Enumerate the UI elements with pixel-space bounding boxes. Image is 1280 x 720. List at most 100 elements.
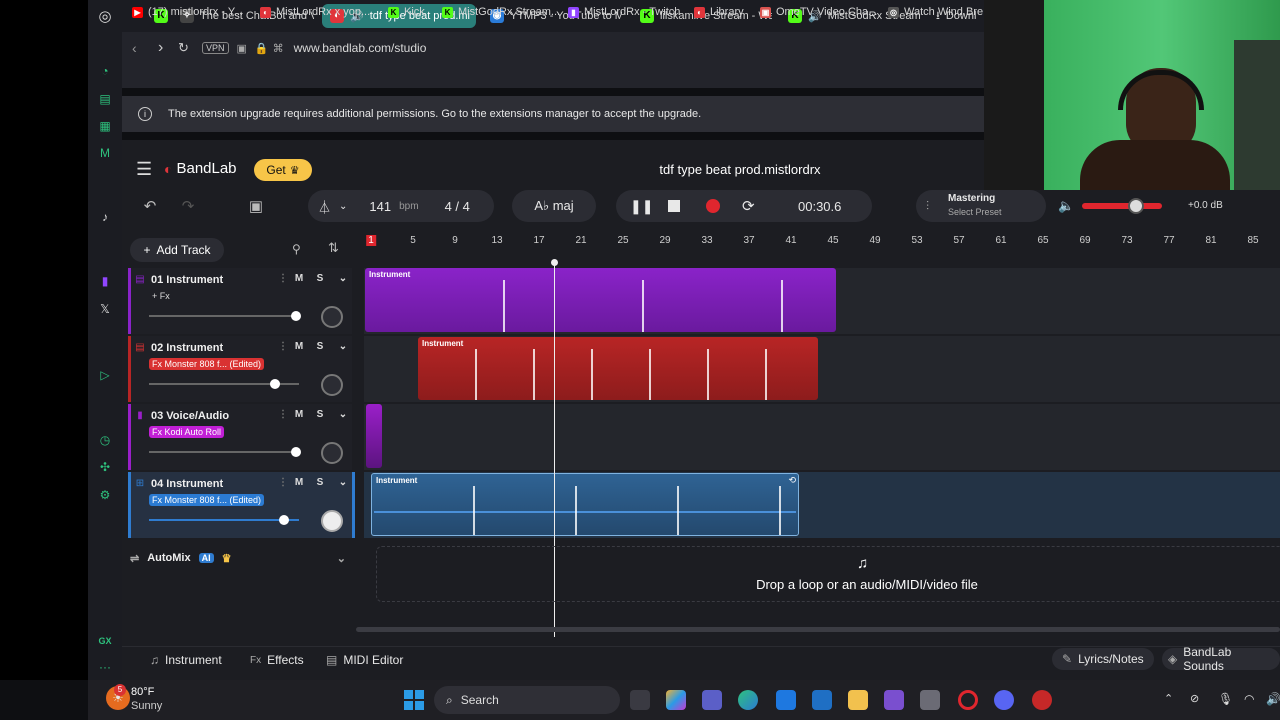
more-icon[interactable]: ··· xyxy=(96,658,114,676)
opera-gx-taskbar-icon[interactable] xyxy=(958,690,978,710)
lock-icon[interactable]: 🔒 xyxy=(255,42,269,55)
lyrics-notes-button[interactable]: ✎ Lyrics/Notes xyxy=(1052,648,1154,670)
track-volume-handle[interactable] xyxy=(270,379,280,389)
instrument-tab[interactable]: ♫ Instrument xyxy=(150,653,222,667)
mute-button[interactable]: M xyxy=(291,408,307,422)
bookmark-ometv[interactable]: ▣ OmeTV Video Cha... xyxy=(760,4,877,20)
url-field[interactable]: www.bandlab.com/studio xyxy=(294,41,427,55)
tuning-icon[interactable]: ⚲ xyxy=(292,242,301,256)
weather-temp[interactable]: 80°F xyxy=(131,686,154,698)
solo-button[interactable]: S xyxy=(312,272,328,286)
bookmark-youtube[interactable]: ▶ (17) mistlordrx - Y... xyxy=(132,4,243,20)
task-view-icon[interactable] xyxy=(630,690,650,710)
wifi-icon[interactable]: ◠ xyxy=(1244,692,1254,706)
horizontal-scrollbar[interactable] xyxy=(356,627,1280,632)
chevron-down-icon[interactable]: ⌄ xyxy=(335,340,351,354)
master-volume-slider[interactable] xyxy=(1082,203,1162,209)
chevron-down-icon[interactable]: ⌄ xyxy=(335,272,351,286)
time-signature[interactable]: 4 / 4 xyxy=(445,199,470,214)
effects-tab[interactable]: Fx Effects xyxy=(250,653,304,667)
clip-track-4[interactable]: Instrument ⟲ xyxy=(371,473,799,536)
bookmark-mistgodrx[interactable]: K MistGodRx Stream... xyxy=(442,4,560,20)
discord-icon[interactable] xyxy=(994,690,1014,710)
bookmark-twitch[interactable]: ▮ MistLordRx - Twitch xyxy=(568,4,680,20)
tempo-panel[interactable]: ⏃ ⌄ 141 bpm 4 / 4 xyxy=(308,190,494,222)
opera-icon[interactable] xyxy=(1032,690,1052,710)
microphone-tray-icon[interactable]: 🎙 xyxy=(1218,692,1233,706)
master-volume-handle[interactable] xyxy=(1128,198,1144,214)
dropbox-icon[interactable] xyxy=(776,690,796,710)
reload-icon[interactable]: ↻ xyxy=(178,40,194,56)
back-icon[interactable]: ‹ xyxy=(132,40,148,56)
tempo-value[interactable]: 141 xyxy=(369,199,391,214)
pause-icon[interactable]: ❚❚ xyxy=(630,198,653,215)
fx-button[interactable]: Fx Kodi Auto Roll xyxy=(149,426,225,438)
bookmarks-sidebar-icon[interactable]: ▤ xyxy=(96,90,114,108)
mastering-preset[interactable]: Select Preset xyxy=(948,207,1002,217)
project-title[interactable]: tdf type beat prod.mistlordrx xyxy=(560,162,920,177)
edge-icon[interactable] xyxy=(738,690,758,710)
loop-icon[interactable]: ⟳ xyxy=(742,197,755,215)
copilot-icon[interactable] xyxy=(666,690,686,710)
track-header-3[interactable]: ▮ 03 Voice/Audio Fx Kodi Auto Roll ⋮ M S… xyxy=(128,404,352,470)
windows-start-icon[interactable] xyxy=(404,690,424,710)
kebab-icon[interactable]: ⋮ xyxy=(275,408,291,422)
solo-button[interactable]: S xyxy=(312,340,328,354)
solo-button[interactable]: S xyxy=(312,408,328,422)
automix-panel[interactable]: ⇌ AutoMix AI ♛ ⌄ xyxy=(128,546,352,570)
pan-knob[interactable] xyxy=(321,510,343,532)
loop-handle-icon[interactable]: ⟲ xyxy=(788,475,796,486)
extensions-icon[interactable]: ✣ xyxy=(96,458,114,476)
track-volume-handle[interactable] xyxy=(279,515,289,525)
redo-icon[interactable]: ↷ xyxy=(172,190,204,222)
player-icon[interactable]: ▷ xyxy=(96,366,114,384)
vpn-badge[interactable]: VPN xyxy=(202,42,229,54)
track-header-4[interactable]: ⊞ 04 Instrument Fx Monster 808 f... (Edi… xyxy=(128,472,352,538)
track-name[interactable]: 04 Instrument xyxy=(151,478,223,490)
tab-snapshot-icon[interactable]: ▣ xyxy=(237,42,247,55)
mute-button[interactable]: M xyxy=(291,340,307,354)
teams-icon[interactable] xyxy=(702,690,722,710)
metronome-icon[interactable]: ⏃ xyxy=(318,197,331,216)
key-selector[interactable]: A♭ maj xyxy=(512,190,596,222)
kebab-icon[interactable]: ⋮ xyxy=(275,340,291,354)
browser-panel-icon[interactable]: ▣ xyxy=(240,190,272,222)
clip-track-1[interactable]: Instrument xyxy=(365,268,836,332)
solo-button[interactable]: S xyxy=(312,476,328,490)
playhead-handle[interactable] xyxy=(551,259,558,266)
kebab-icon[interactable]: ⋮ xyxy=(275,272,291,286)
chevron-down-icon[interactable]: ⌄ xyxy=(335,408,351,422)
speed-dial-icon[interactable]: ◔ xyxy=(96,62,114,80)
clip-track-3[interactable] xyxy=(366,404,382,468)
drop-zone[interactable] xyxy=(376,546,1280,602)
chevron-down-icon[interactable]: ⌄ xyxy=(339,201,347,212)
speaker-icon[interactable]: 🔈 xyxy=(1058,198,1074,214)
record-icon[interactable] xyxy=(706,199,720,213)
bookmark-library[interactable]: ◐ Library xyxy=(694,4,744,20)
x-twitter-icon[interactable]: 𝕏 xyxy=(96,300,114,318)
settings-gear-icon[interactable]: ⚙ xyxy=(96,486,114,504)
network-off-icon[interactable]: ⊘ xyxy=(1190,692,1199,705)
track-name[interactable]: 03 Voice/Audio xyxy=(151,410,229,422)
track-volume-slider[interactable] xyxy=(149,519,299,521)
clip-track-2[interactable]: Instrument xyxy=(418,337,818,400)
forward-icon[interactable]: › xyxy=(158,39,174,57)
chevron-up-icon[interactable]: ⌃ xyxy=(1164,692,1173,705)
undo-icon[interactable]: ↶ xyxy=(134,190,166,222)
tiktok-icon[interactable]: ♪ xyxy=(96,208,114,226)
track-volume-handle[interactable] xyxy=(291,311,301,321)
track-name[interactable]: 02 Instrument xyxy=(151,342,223,354)
mute-button[interactable]: M xyxy=(291,272,307,286)
bandlab-sounds-button[interactable]: ◈ BandLab Sounds xyxy=(1162,645,1280,673)
kebab-icon[interactable]: ⋮ xyxy=(275,476,291,490)
bookmark-kick[interactable]: K Kick xyxy=(388,4,425,20)
history-icon[interactable]: ◷ xyxy=(96,431,114,449)
file-explorer-icon[interactable] xyxy=(848,690,868,710)
weather-desc[interactable]: Sunny xyxy=(131,700,162,712)
get-membership-button[interactable]: Get ♛ xyxy=(254,159,312,181)
camera-icon[interactable]: ⌘ xyxy=(273,42,284,55)
chevron-down-icon[interactable]: ⌄ xyxy=(337,552,346,565)
twitch-sidebar-icon[interactable]: ▮ xyxy=(96,272,114,290)
mute-button[interactable]: M xyxy=(291,476,307,490)
clipchamp-icon[interactable] xyxy=(884,690,904,710)
